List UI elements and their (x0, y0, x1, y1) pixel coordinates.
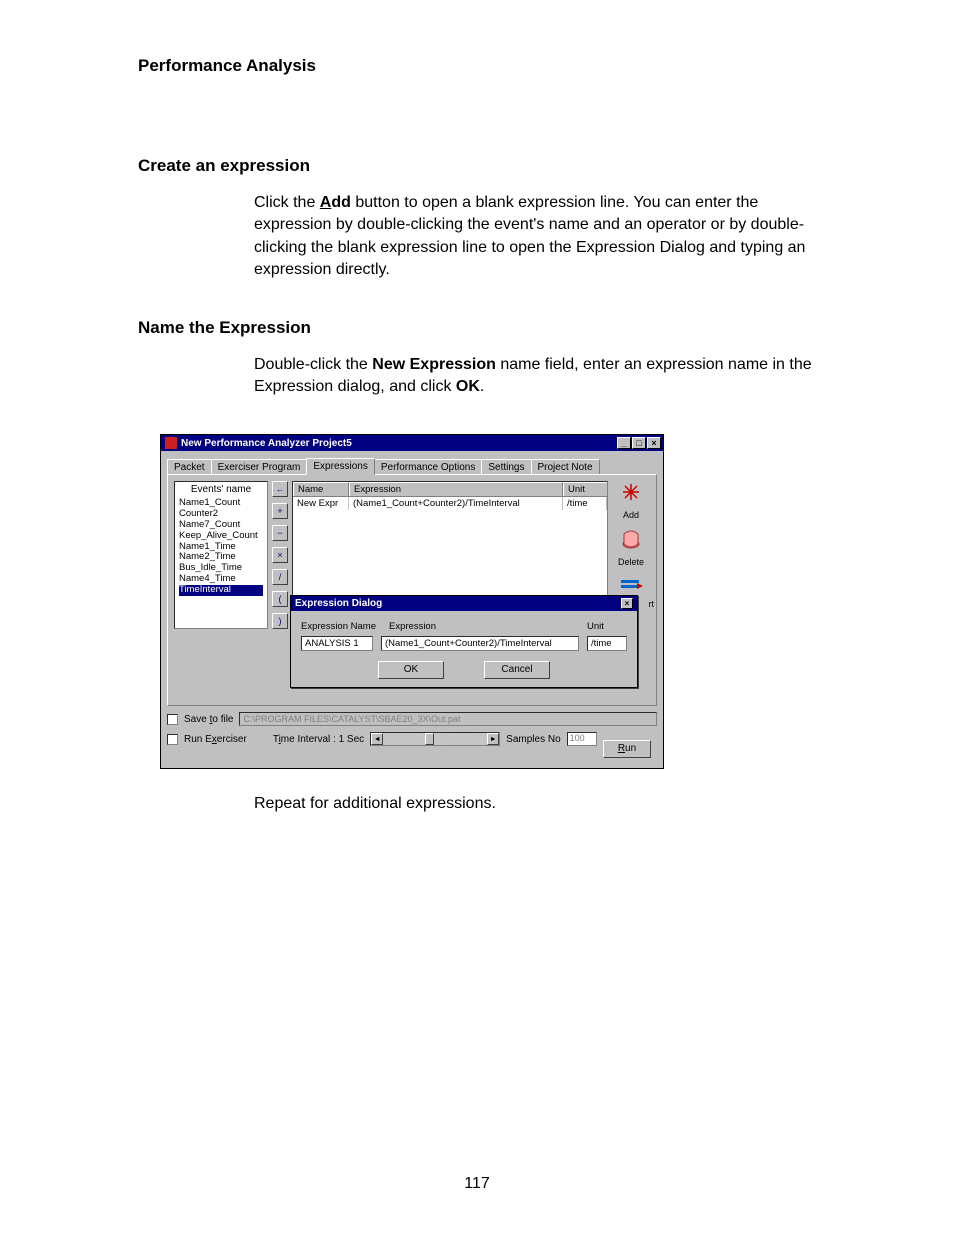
dialog-expression-field[interactable]: (Name1_Count+Counter2)/TimeInterval (381, 636, 579, 651)
paragraph-name: Double-click the New Expression name fie… (254, 354, 834, 399)
window-title: New Performance Analyzer Project5 (181, 438, 352, 449)
tab-exerciser-program[interactable]: Exerciser Program (211, 459, 308, 475)
dialog-name-field[interactable]: ANALYSIS 1 (301, 636, 373, 651)
tab-performance-options[interactable]: Performance Options (374, 459, 483, 475)
slider-right-arrow[interactable]: ► (487, 733, 499, 745)
save-to-file-checkbox[interactable] (167, 714, 178, 725)
delete-icon[interactable] (618, 528, 644, 550)
app-window: New Performance Analyzer Project5 _ □ × … (160, 434, 664, 769)
event-item[interactable]: Name7_Count (179, 520, 263, 531)
tab-project-note[interactable]: Project Note (531, 459, 600, 475)
tabs-row: Packet Exerciser Program Expressions Per… (161, 451, 663, 474)
cell-name[interactable]: New Expr (293, 497, 349, 510)
heading-name-expression: Name the Expression (138, 318, 864, 338)
add-icon[interactable] (618, 481, 644, 503)
text: Double-click the (254, 356, 372, 373)
cell-unit[interactable]: /time (563, 497, 607, 510)
events-listbox[interactable]: Events' name Name1_Count Counter2 Name7_… (174, 481, 268, 629)
op-rparen-button[interactable]: ) (272, 613, 288, 629)
tab-expressions[interactable]: Expressions (306, 458, 374, 475)
delete-label: Delete (618, 558, 644, 567)
samples-no-field[interactable]: 100 (567, 732, 597, 746)
expression-dialog: Expression Dialog × Expression Name Expr… (290, 595, 638, 688)
tab-panel: Events' name Name1_Count Counter2 Name7_… (167, 474, 657, 706)
col-header-name: Name (293, 482, 349, 496)
app-icon (165, 437, 177, 449)
add-word-underline: A (320, 194, 332, 211)
op-divide-button[interactable]: / (272, 569, 288, 585)
dialog-col-expression: Expression (389, 621, 577, 632)
titlebar: New Performance Analyzer Project5 _ □ × (161, 435, 663, 451)
dialog-col-name: Expression Name (301, 621, 379, 632)
add-label: Add (623, 511, 639, 520)
section-title: Performance Analysis (138, 56, 864, 76)
dialog-cancel-button[interactable]: Cancel (484, 661, 550, 679)
close-button[interactable]: × (647, 437, 661, 449)
page-number: 117 (0, 1175, 954, 1193)
run-exerciser-checkbox[interactable] (167, 734, 178, 745)
new-expression-bold: New Expression (372, 356, 496, 373)
event-item[interactable]: Keep_Alive_Count (179, 531, 263, 542)
op-minus-button[interactable]: − (272, 525, 288, 541)
op-lparen-button[interactable]: ( (272, 591, 288, 607)
text: . (480, 378, 484, 395)
maximize-button[interactable]: □ (632, 437, 646, 449)
paragraph-repeat: Repeat for additional expressions. (254, 793, 834, 815)
dialog-titlebar: Expression Dialog × (291, 596, 637, 611)
ok-bold: OK (456, 378, 480, 395)
op-insert-button[interactable]: ← (272, 481, 288, 497)
save-path-field[interactable]: C:\PROGRAM FILES\CATALYST\SBAE20_3X\Out.… (239, 712, 657, 726)
heading-create-expression: Create an expression (138, 156, 864, 176)
operator-buttons: ← + − × / ( ) (272, 481, 288, 629)
report-icon[interactable] (618, 575, 644, 597)
col-header-expression: Expression (349, 482, 563, 496)
op-multiply-button[interactable]: × (272, 547, 288, 563)
text: Click the (254, 194, 320, 211)
partial-label: rt (649, 599, 655, 609)
paragraph-create: Click the Add button to open a blank exp… (254, 192, 834, 282)
table-row[interactable]: New Expr (Name1_Count+Counter2)/TimeInte… (293, 497, 607, 510)
dialog-ok-button[interactable]: OK (378, 661, 444, 679)
time-interval-slider[interactable]: ◄ ► (370, 732, 500, 746)
col-header-unit: Unit (563, 482, 607, 496)
tab-packet[interactable]: Packet (167, 459, 212, 475)
samples-no-label: Samples No (506, 734, 560, 745)
dialog-col-unit: Unit (587, 621, 627, 632)
add-word-rest: dd (331, 194, 351, 211)
minimize-button[interactable]: _ (617, 437, 631, 449)
save-to-file-label: Save to file (184, 714, 233, 725)
cell-expression[interactable]: (Name1_Count+Counter2)/TimeInterval (349, 497, 563, 510)
dialog-title: Expression Dialog (295, 598, 382, 609)
slider-left-arrow[interactable]: ◄ (371, 733, 383, 745)
event-item-selected[interactable]: TimeInterval (179, 585, 263, 596)
dialog-close-button[interactable]: × (621, 598, 633, 609)
run-exerciser-label: Run Exerciser (184, 734, 247, 745)
time-interval-label: Time Interval : 1 Sec (273, 734, 364, 745)
slider-thumb[interactable] (425, 733, 434, 745)
dialog-unit-field[interactable]: /time (587, 636, 627, 651)
bottom-panel: Save to file C:\PROGRAM FILES\CATALYST\S… (161, 712, 663, 768)
events-title: Events' name (179, 484, 263, 496)
op-plus-button[interactable]: + (272, 503, 288, 519)
run-button[interactable]: Run (603, 740, 651, 758)
tab-settings[interactable]: Settings (481, 459, 531, 475)
